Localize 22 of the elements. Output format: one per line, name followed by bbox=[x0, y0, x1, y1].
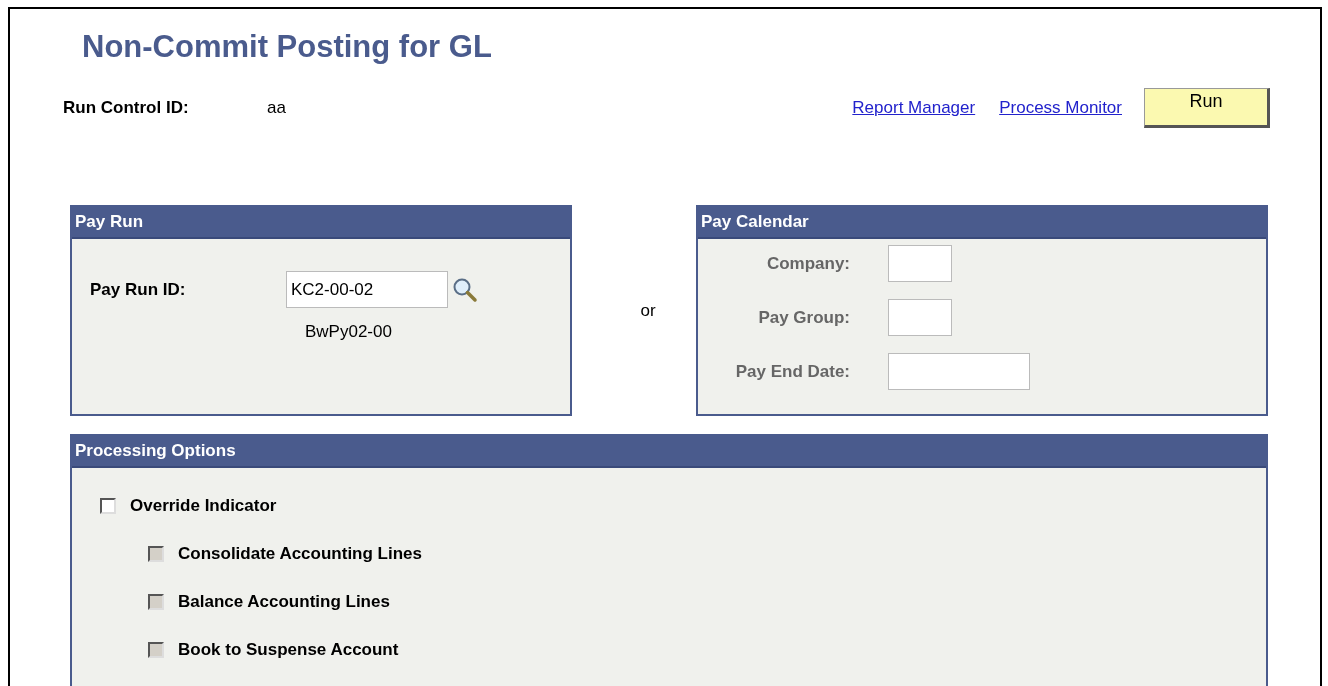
pay-run-description: BwPy02-00 bbox=[305, 322, 393, 342]
checkbox-label: Consolidate Accounting Lines bbox=[178, 544, 422, 564]
checkbox[interactable] bbox=[100, 498, 116, 514]
panel-header: Pay Run bbox=[72, 207, 570, 239]
field-label: Company: bbox=[765, 253, 851, 274]
page-title: Non-Commit Posting for GL bbox=[82, 29, 493, 65]
field-label: Pay End Date: bbox=[734, 361, 851, 382]
or-label: or bbox=[639, 299, 657, 322]
search-icon[interactable] bbox=[452, 276, 478, 303]
field-label: Pay Group: bbox=[757, 307, 851, 328]
checkbox-label: Balance Accounting Lines bbox=[178, 592, 390, 612]
pay-run-id-field[interactable]: KC2-00-02 bbox=[286, 271, 448, 308]
run-control-value: aa bbox=[267, 98, 286, 118]
page-link[interactable]: Process Monitor bbox=[999, 98, 1122, 118]
panel-header: Processing Options bbox=[72, 436, 1266, 468]
run-control-label: Run Control ID: bbox=[63, 98, 190, 118]
panel-header: Pay Calendar bbox=[698, 207, 1266, 239]
run-button[interactable]: Run bbox=[1144, 88, 1270, 128]
field-label: Pay Run ID: bbox=[90, 279, 187, 300]
checkbox-label: Override Indicator bbox=[130, 496, 277, 516]
checkbox-label: Book to Suspense Account bbox=[178, 640, 399, 660]
page-link[interactable]: Report Manager bbox=[852, 98, 976, 118]
